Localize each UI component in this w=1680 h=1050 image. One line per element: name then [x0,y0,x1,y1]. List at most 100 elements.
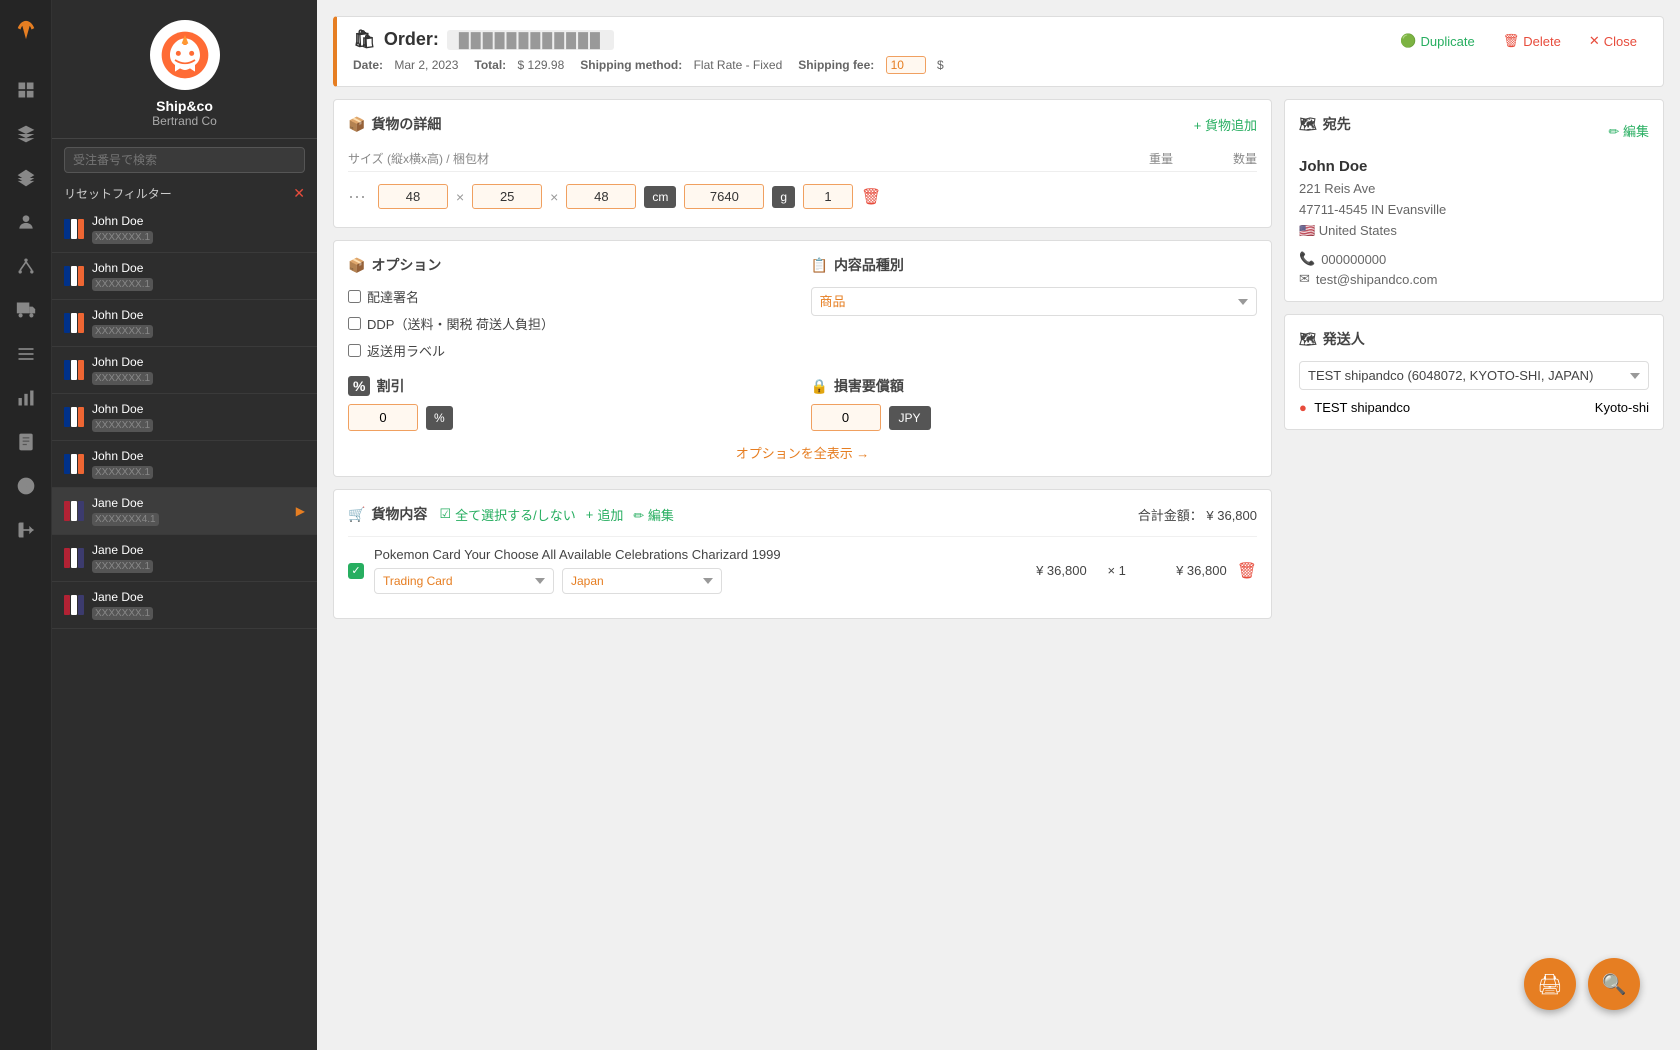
filter-label: リセットフィルター [64,185,172,202]
item-name: John Doe [92,402,305,416]
nav-icon-layers[interactable] [8,160,44,196]
item-id: XXXXXXX.1 [92,466,153,479]
dim3-input[interactable] [566,184,636,209]
list-item[interactable]: Jane Doe XXXXXXX.1 [52,582,317,629]
sidebar-filter-row[interactable]: リセットフィルター ✕ [52,181,317,206]
cargo-table: サイズ (縦x横x高) / 梱包材 重量 数量 ··· × × cm [348,146,1257,213]
shipping-fee-input[interactable] [886,56,926,74]
product-checkbox[interactable]: ✓ [348,563,364,579]
select-all-button[interactable]: ☑ 全て選択する/しない [439,505,575,524]
item-id: XXXXXXX.1 [92,560,153,573]
show-all-options-button[interactable]: オプションを全表示 → [348,443,1257,462]
total-amount: 合計金額： ¥ 36,800 [1138,505,1257,524]
sender-info-row: ● TEST shipandco Kyoto-shi [1299,400,1649,415]
delete-button[interactable]: 🗑 Delete [1493,29,1571,53]
quantity-header: 数量 [1233,150,1257,167]
content-type-select[interactable]: 商品 書類 ギフト サンプル その他 [811,287,1258,316]
damage-input[interactable] [811,404,881,431]
flag-icon [64,313,84,333]
discount-input[interactable] [348,404,418,431]
list-item[interactable]: John Doe XXXXXXX.1 [52,347,317,394]
add-cargo-button[interactable]: + 貨物追加 [1194,115,1257,134]
delivery-sign-input[interactable] [348,290,361,303]
nav-icon-user[interactable] [8,204,44,240]
options-section: 📦 オプション 配達署名 DDP（送料・関税 荷送人負担） [333,240,1272,477]
print-fab-button[interactable]: 🖨 [1524,958,1576,1010]
recipient-panel: 🗺 宛先 ✏ 編集 John Doe 221 Reis Ave 47711-45… [1284,99,1664,302]
nav-icon-help[interactable]: ? [8,468,44,504]
nav-icon-grid[interactable] [8,72,44,108]
nav-icon-network[interactable] [8,248,44,284]
product-type-select[interactable]: Trading Card Collectible Card Game [374,568,554,594]
delete-icon: 🗑 [1503,33,1520,49]
damage-icon: 🔒 [811,378,828,395]
nav-icon-box[interactable] [8,116,44,152]
item-id: XXXXXXX.1 [92,278,153,291]
nav-icon-doc[interactable] [8,424,44,460]
recipient-title: 🗺 宛先 [1299,114,1351,134]
left-navigation: ? [0,0,52,1050]
list-item[interactable]: John Doe XXXXXXX.1 [52,300,317,347]
phone-icon: 📞 [1299,251,1315,267]
ddp-input[interactable] [348,317,361,330]
dim1-input[interactable] [378,184,448,209]
filter-clear-icon[interactable]: ✕ [293,185,305,202]
weight-unit-label: g [772,186,795,208]
sender-select[interactable]: TEST shipandco (6048072, KYOTO-SHI, JAPA… [1299,361,1649,390]
unit-label: cm [644,186,676,208]
delete-product-button[interactable]: 🗑 [1237,561,1257,581]
delete-row-button[interactable]: 🗑 [861,187,881,207]
nav-icon-truck[interactable] [8,292,44,328]
currency-button[interactable]: JPY [889,406,931,430]
flag-icon [64,219,84,239]
nav-icon-list[interactable] [8,336,44,372]
sender-location: Kyoto-shi [1595,400,1649,415]
company-name: Ship&co [156,98,213,114]
list-item[interactable]: John Doe XXXXXXX.1 [52,394,317,441]
nav-icon-rocket[interactable] [8,12,44,48]
shopping-bag-icon: 🛍 [353,29,376,50]
nav-icon-chart[interactable] [8,380,44,416]
list-item[interactable]: Jane Doe XXXXXXX.1 [52,535,317,582]
package-icon: 📦 [348,116,365,133]
list-item[interactable]: John Doe XXXXXXX.1 [52,206,317,253]
right-panels: 🗺 宛先 ✏ 編集 John Doe 221 Reis Ave 47711-45… [1284,99,1664,631]
weight-header: 重量 [1149,150,1173,167]
edit-recipient-button[interactable]: ✏ 編集 [1608,121,1649,140]
flag-icon [64,501,84,521]
print-icon: 🖨 [1537,972,1562,997]
discount-damage-grid: % 割引 % 🔒 損害要償額 [348,376,1257,431]
content-actions: ☑ 全て選択する/しない + 追加 ✏ 編集 [439,505,673,524]
weight-input[interactable] [684,184,764,209]
phone-row: 📞 000000000 [1299,251,1649,267]
discount-title: % 割引 [348,376,795,396]
duplicate-button[interactable]: 🟢 Duplicate [1390,29,1484,53]
item-name: John Doe [92,214,305,228]
delivery-sign-checkbox[interactable]: 配達署名 [348,287,795,306]
nav-icon-logout[interactable] [8,512,44,548]
product-origin-select[interactable]: Japan USA China [562,568,722,594]
close-button[interactable]: ✕ Close [1579,29,1647,53]
ddp-checkbox[interactable]: DDP（送料・関税 荷送人負担） [348,314,795,333]
search-fab-button[interactable]: 🔍 [1588,958,1640,1010]
return-label-checkbox[interactable]: 返送用ラベル [348,341,795,360]
order-total: Total: $ 129.98 [474,56,564,74]
flag-icon [64,407,84,427]
item-id: XXXXXXX.1 [92,231,153,244]
add-item-button[interactable]: + 追加 [586,505,624,524]
product-name: Pokemon Card Your Choose All Available C… [374,547,997,562]
dim2-input[interactable] [472,184,542,209]
search-input[interactable] [64,147,305,173]
quantity-input[interactable] [803,184,853,209]
product-row: ✓ Pokemon Card Your Choose All Available… [348,536,1257,604]
close-icon: ✕ [1589,33,1600,49]
order-title: 🛍 Order: ████████████ [353,29,944,50]
list-item[interactable]: John Doe XXXXXXX.1 [52,441,317,488]
edit-items-button[interactable]: ✏ 編集 [633,505,674,524]
return-label-input[interactable] [348,344,361,357]
discount-row: % [348,404,795,431]
list-item[interactable]: John Doe XXXXXXX.1 [52,253,317,300]
list-item[interactable]: Jane Doe XXXXXXX4.1 ▶ [52,488,317,535]
percent-button[interactable]: % [426,406,453,430]
discount-col: % 割引 % [348,376,795,431]
